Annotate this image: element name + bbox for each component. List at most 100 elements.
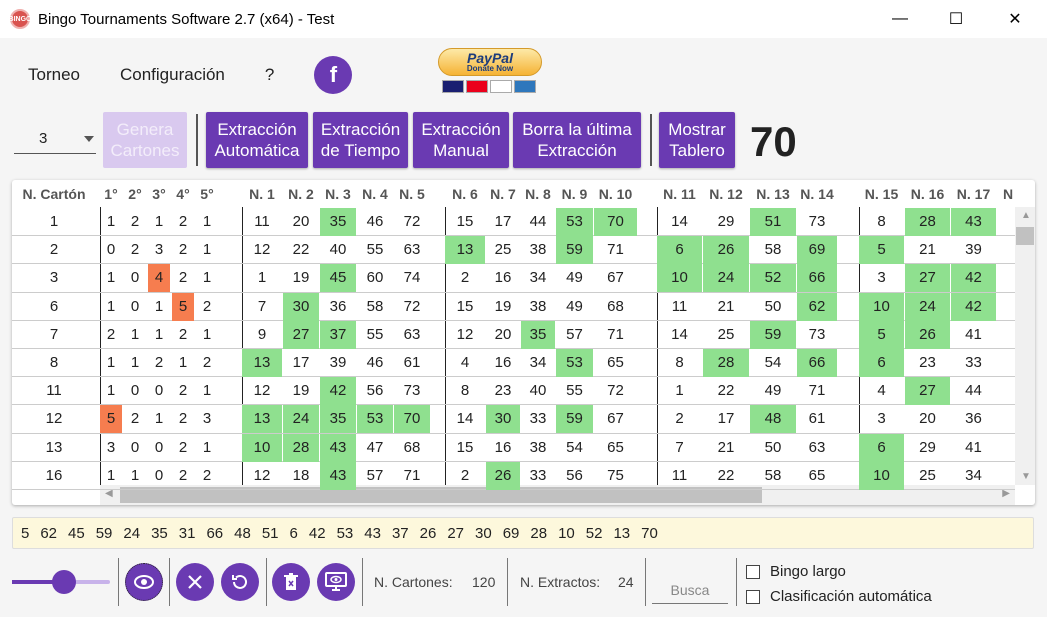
grid-cell[interactable]: 1 [148,405,170,433]
grid-cell[interactable]: 16 [12,462,96,490]
grid-cell[interactable]: 25 [905,462,950,490]
grid-cell[interactable]: 34 [521,349,555,377]
grid-cell[interactable]: 19 [283,377,319,405]
grid-cell[interactable]: 5 [859,320,904,349]
grid-cell[interactable]: 62 [797,292,837,321]
grid-cell[interactable]: 4 [148,264,170,293]
zoom-slider[interactable] [12,570,110,594]
menu-torneo[interactable]: Torneo [28,65,80,85]
grid-cell[interactable]: 33 [951,349,996,377]
grid-cell[interactable]: 75 [594,462,637,490]
grid-cell[interactable]: 12 [12,405,96,433]
grid-cell[interactable]: 29 [905,434,950,462]
grid-cell[interactable]: 58 [357,293,393,321]
grid-cell[interactable]: 37 [320,320,356,349]
grid-cell[interactable]: 2 [196,462,218,490]
facebook-icon[interactable]: f [314,56,353,94]
grid-cell[interactable]: 2 [172,434,194,462]
grid-cell[interactable]: 39 [320,349,356,377]
grid-cell[interactable]: 7 [657,434,702,462]
column-header[interactable]: N. 10 [594,186,637,202]
grid-cell[interactable]: 35 [320,208,356,236]
grid-cell[interactable]: 1 [124,462,146,490]
grid-cell[interactable]: 46 [357,349,393,377]
grid-cell[interactable]: 1 [148,293,170,321]
grid-cell[interactable]: 2 [124,405,146,433]
grid-cell[interactable]: 25 [486,236,520,264]
grid-cell[interactable]: 42 [951,264,996,293]
grid-cell[interactable]: 23 [486,377,520,405]
grid-cell[interactable]: 63 [394,236,430,264]
grid-cell[interactable]: 1 [100,293,122,321]
grid-cell[interactable]: 58 [750,236,796,264]
grid-cell[interactable]: 12 [242,377,282,405]
column-header[interactable]: 3° [148,186,170,202]
grid-cell[interactable]: 53 [357,405,393,434]
grid-cell[interactable]: 55 [357,236,393,264]
extraccion-tiempo-button[interactable]: Extracción de Tiempo [313,112,408,168]
grid-cell[interactable]: 35 [320,405,356,434]
grid-cell[interactable]: 66 [797,349,837,377]
grid-cell[interactable]: 1 [196,208,218,236]
column-header[interactable]: N [998,186,1018,202]
grid-cell[interactable]: 70 [394,405,430,434]
grid-cell[interactable]: 0 [124,377,146,405]
grid-cell[interactable]: 49 [556,264,593,292]
grid-cell[interactable]: 55 [556,377,593,405]
grid-cell[interactable]: 67 [594,405,637,433]
grid-cell[interactable]: 71 [594,321,637,349]
grid-cell[interactable]: 2 [12,236,96,264]
grid-cell[interactable]: 2 [172,321,194,349]
grid-cell[interactable]: 5 [100,405,122,434]
eye-icon[interactable] [125,563,163,601]
column-header[interactable]: 4° [172,186,194,202]
grid-cell[interactable]: 11 [657,462,702,490]
grid-cell[interactable]: 0 [148,462,170,490]
column-header[interactable]: N. 4 [357,186,393,202]
grid-cell[interactable]: 1 [172,349,194,377]
grid-cell[interactable]: 33 [521,462,555,490]
grid-cell[interactable]: 60 [357,264,393,292]
grid-cell[interactable]: 52 [750,264,796,293]
grid-cell[interactable]: 50 [750,434,796,462]
grid-cell[interactable]: 35 [521,320,555,349]
column-header[interactable]: N. 7 [486,186,520,202]
column-header[interactable]: N. 5 [394,186,430,202]
grid-cell[interactable]: 22 [703,377,749,405]
grid-cell[interactable]: 30 [283,292,319,321]
grid-cell[interactable]: 63 [797,434,837,462]
grid-cell[interactable]: 73 [797,321,837,349]
grid-cell[interactable]: 2 [196,349,218,377]
grid-cell[interactable]: 59 [556,405,593,434]
grid-cell[interactable]: 25 [703,321,749,349]
cartones-grid[interactable]: ▲ ▼ ◀ ▶ N. Cartón 1° 2° 3° 4° 5° N. 1 N. 2 N. 3N… [12,180,1035,505]
column-header[interactable]: N. 15 [859,186,904,202]
grid-cell[interactable]: 2 [172,264,194,292]
column-header[interactable]: N. 6 [445,186,485,202]
grid-cell[interactable]: 14 [445,405,485,433]
grid-cell[interactable]: 34 [521,264,555,292]
grid-cell[interactable]: 1 [242,264,282,292]
grid-cell[interactable]: 12 [242,236,282,264]
paypal-donate-button[interactable]: PayPal Donate Now [438,48,546,100]
mostrar-tablero-button[interactable]: Mostrar Tablero [659,112,735,168]
column-header[interactable]: N. 16 [905,186,950,202]
grid-cell[interactable]: 38 [521,236,555,264]
grid-cell[interactable]: 20 [486,321,520,349]
grid-cell[interactable]: 54 [750,349,796,377]
grid-cell[interactable]: 21 [703,434,749,462]
grid-cell[interactable]: 44 [521,208,555,236]
grid-cell[interactable]: 42 [320,377,356,406]
grid-cell[interactable]: 18 [283,462,319,490]
grid-cell[interactable]: 51 [750,208,796,236]
grid-cell[interactable]: 3 [12,264,96,292]
cartones-select[interactable]: 3 [14,126,96,154]
grid-cell[interactable]: 71 [394,462,430,490]
grid-cell[interactable]: 38 [521,293,555,321]
grid-cell[interactable]: 2 [657,405,702,433]
grid-cell[interactable]: 6 [12,293,96,321]
grid-cell[interactable]: 6 [657,236,702,265]
grid-cell[interactable]: 3 [148,236,170,264]
grid-cell[interactable]: 71 [594,236,637,264]
grid-cell[interactable]: 27 [283,320,319,349]
